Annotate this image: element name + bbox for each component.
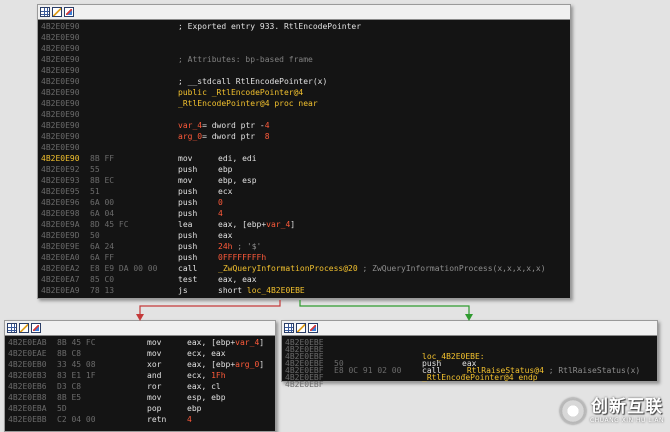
false-branch-edge[interactable] xyxy=(139,300,281,318)
true-branch-arrowhead xyxy=(465,314,473,321)
flow-edges xyxy=(136,300,473,321)
true-branch-edge[interactable] xyxy=(299,300,470,318)
false-branch-arrowhead xyxy=(136,314,144,321)
watermark-cn-text: 创新互联 xyxy=(590,396,663,417)
watermark-en-text: CHUANG XIN HU LIAN xyxy=(589,416,664,424)
watermark: 创新互联 CHUANG XIN HU LIAN xyxy=(559,396,664,424)
watermark-logo-icon xyxy=(559,398,586,424)
